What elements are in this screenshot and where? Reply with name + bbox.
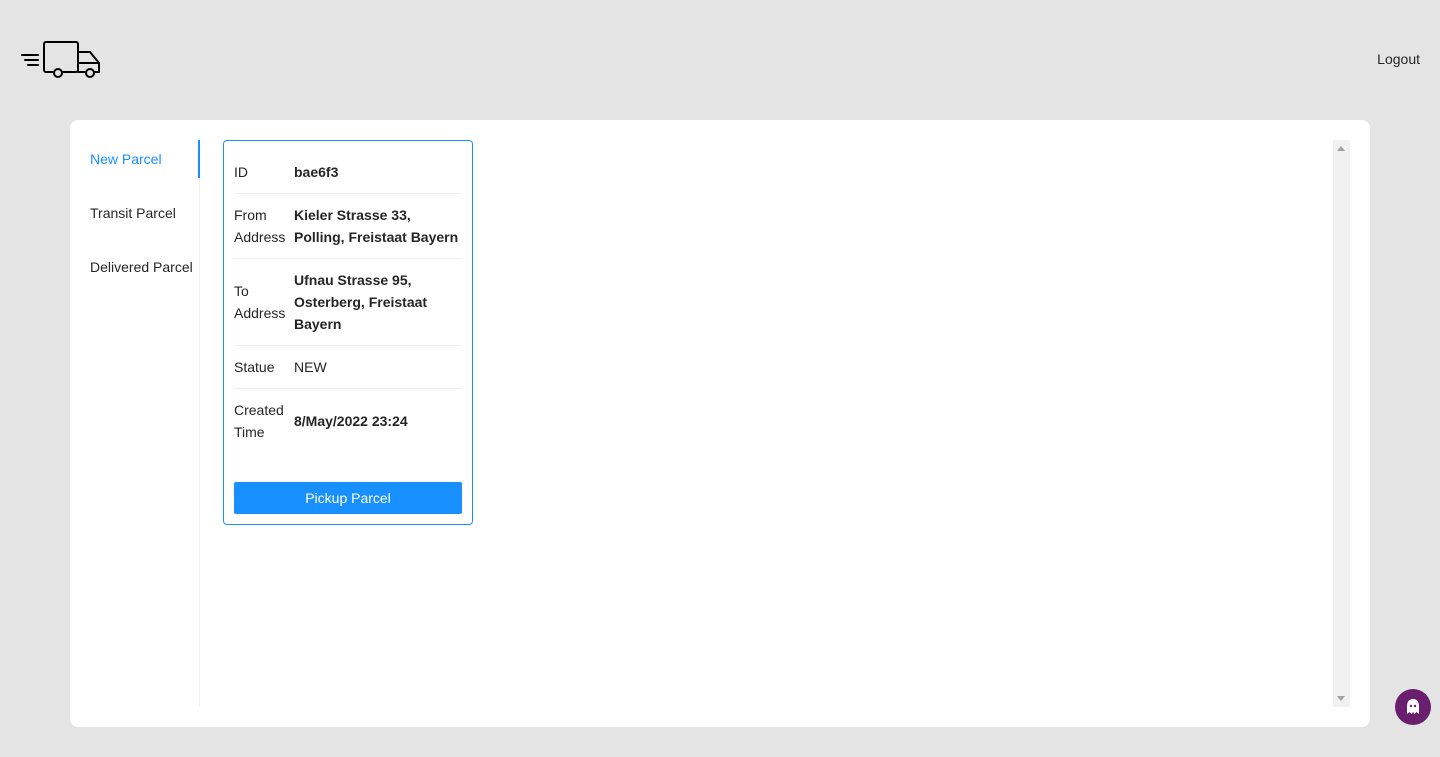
parcel-card: ID bae6f3 From Address Kieler Strasse 33… [223,140,473,525]
to-address-label: To Address [234,283,286,321]
to-address-value: Ufnau Strasse 95, Osterberg, Freistaat B… [294,272,428,332]
vertical-scrollbar[interactable] [1333,140,1350,707]
status-label: Statue [234,359,275,375]
delivery-truck-icon[interactable] [20,40,102,80]
parcel-id-label: ID [234,164,248,180]
created-time-value: 8/May/2022 23:24 [294,413,408,429]
to-address-row: To Address Ufnau Strasse 95, Osterberg, … [234,259,462,346]
parcel-tabs: New Parcel Transit Parcel Delivered Parc… [70,140,200,707]
from-address-value: Kieler Strasse 33, Polling, Freistaat Ba… [294,207,459,245]
from-address-row: From Address Kieler Strasse 33, Polling,… [234,194,462,259]
status-value: NEW [294,359,327,375]
tab-transit-parcel[interactable]: Transit Parcel [70,194,199,232]
tab-delivered-parcel[interactable]: Delivered Parcel [70,248,199,286]
parcel-id-value: bae6f3 [294,164,339,180]
scroll-down-arrow-icon[interactable] [1337,696,1345,701]
tab-new-parcel[interactable]: New Parcel [70,140,200,178]
from-address-label: From Address [234,207,286,245]
help-chat-button[interactable] [1395,689,1431,725]
scroll-up-arrow-icon[interactable] [1337,146,1345,151]
tab-content: ID bae6f3 From Address Kieler Strasse 33… [223,140,473,525]
status-row: Statue NEW [234,346,462,389]
created-time-row: Created Time 8/May/2022 23:24 [234,389,462,453]
pickup-parcel-button[interactable]: Pickup Parcel [234,482,462,514]
ghost-icon [1407,699,1419,714]
logout-button[interactable]: Logout [1377,51,1420,67]
created-time-label: Created Time [234,402,284,440]
main-panel: New Parcel Transit Parcel Delivered Parc… [70,120,1370,727]
app-header: Logout [0,0,1440,120]
parcel-id-row: ID bae6f3 [234,151,462,194]
